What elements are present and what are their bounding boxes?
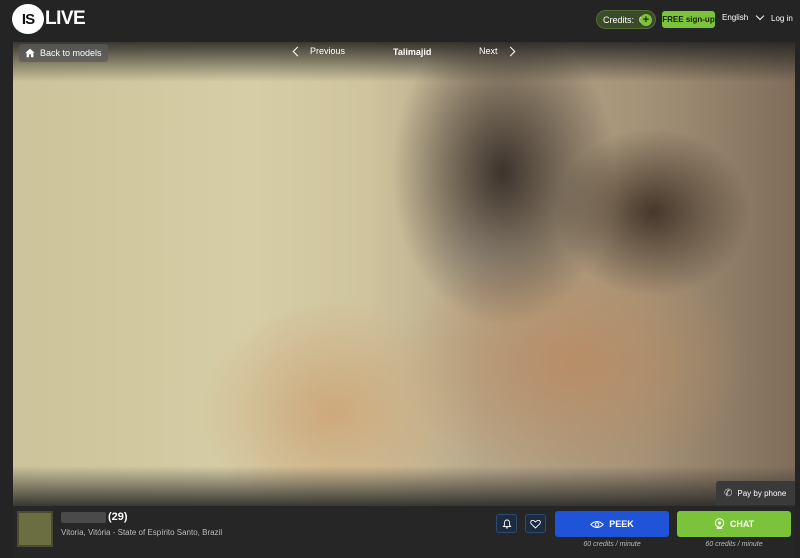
language-label: English	[722, 13, 749, 22]
pay-by-phone-label: Pay by phone	[737, 488, 787, 498]
logo-mark: IS	[12, 4, 44, 34]
model-name: Talimajid	[393, 47, 432, 57]
peek-button[interactable]: PEEK	[555, 511, 669, 537]
video-bottom-shade	[13, 466, 795, 506]
pay-by-phone-button[interactable]: ✆ Pay by phone	[716, 481, 795, 505]
notify-button[interactable]	[496, 514, 517, 533]
bell-icon	[501, 519, 512, 528]
model-age: (29)	[108, 511, 128, 523]
top-bar: IS LIVE Credits: 0 + FREE sign-up Englis…	[0, 0, 800, 40]
logo-text: LIVE	[45, 8, 86, 29]
site-logo[interactable]: IS LIVE	[12, 4, 86, 34]
login-link[interactable]: Log in	[771, 14, 793, 23]
eye-icon	[590, 520, 605, 528]
chevron-right-icon	[505, 46, 515, 56]
credits-label: Credits:	[603, 14, 635, 25]
credits-pill[interactable]: Credits: 0 +	[596, 10, 656, 29]
peek-price: 60 credits / minute	[583, 541, 641, 548]
previous-label: Previous	[310, 46, 346, 56]
chevron-down-icon	[756, 11, 765, 21]
heart-icon	[530, 519, 541, 529]
model-location: Vitoria, Vitória - State of Espírito San…	[61, 528, 223, 537]
back-to-models-label: Back to models	[40, 48, 102, 58]
home-icon	[25, 48, 35, 58]
model-name-placeholder	[61, 512, 106, 523]
peek-label: PEEK	[609, 519, 634, 529]
add-credits-icon[interactable]: +	[640, 14, 652, 26]
next-model-button[interactable]: Next	[479, 46, 515, 56]
previous-model-button[interactable]: Previous	[292, 46, 346, 56]
phone-icon: ✆	[724, 487, 733, 499]
back-to-models-button[interactable]: Back to models	[19, 44, 108, 62]
chat-button[interactable]: CHAT	[677, 511, 791, 537]
chevron-left-icon	[292, 46, 303, 56]
language-selector[interactable]: English	[722, 11, 765, 22]
video-player[interactable]	[13, 42, 795, 506]
chat-price: 60 credits / minute	[705, 541, 763, 548]
webcam-icon	[714, 518, 725, 529]
free-signup-button[interactable]: FREE sign-up	[662, 11, 715, 28]
avatar[interactable]	[17, 511, 53, 547]
chat-label: CHAT	[729, 519, 755, 529]
favorite-button[interactable]	[525, 514, 546, 533]
next-label: Next	[479, 46, 498, 56]
